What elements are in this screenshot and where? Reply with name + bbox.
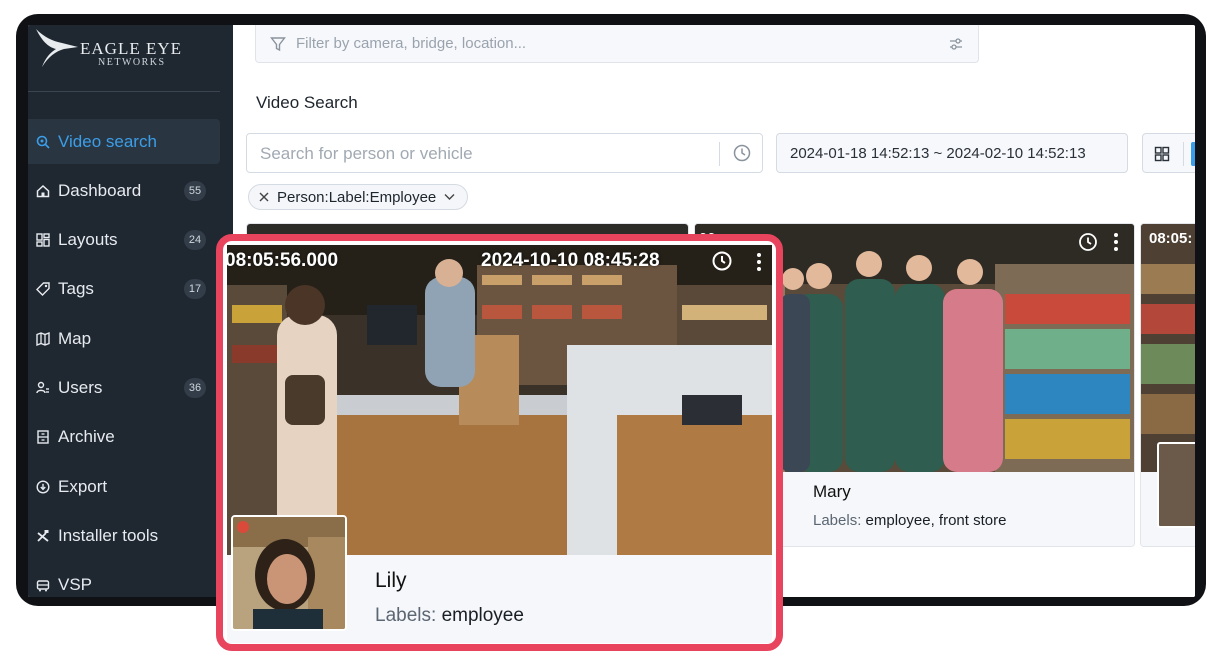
sidebar-item-label: Archive xyxy=(58,427,115,447)
sidebar-item-label: Layouts xyxy=(58,230,118,250)
filter-placeholder: Filter by camera, bridge, location... xyxy=(296,35,527,52)
sidebar-item-label: Tags xyxy=(58,279,94,299)
search-input[interactable]: Search for person or vehicle xyxy=(246,133,763,173)
filter-icon xyxy=(270,37,286,52)
view-divider xyxy=(1183,142,1184,166)
close-icon[interactable] xyxy=(259,192,269,202)
search-placeholder: Search for person or vehicle xyxy=(260,144,473,163)
store-scene-image xyxy=(1141,224,1195,472)
more-options-icon[interactable] xyxy=(756,252,762,272)
sidebar-item-vsp[interactable]: VSP xyxy=(28,563,220,597)
more-options-icon[interactable] xyxy=(1113,232,1119,252)
grid-view-button[interactable] xyxy=(1142,133,1195,173)
map-icon xyxy=(28,331,58,346)
capture-datetime: 2024-10-10 08:45:28 xyxy=(481,250,660,271)
face-image xyxy=(233,517,345,629)
timestamp: 08:05: xyxy=(1149,230,1193,247)
sidebar-item-label: Installer tools xyxy=(58,525,159,545)
sidebar-item-video-search[interactable]: Video search xyxy=(28,119,220,164)
result-thumbnail: 08:05:56.000 2024-10-10 08:45:28 xyxy=(227,245,772,555)
chip-label: Person:Label:Employee xyxy=(277,188,437,206)
clock-icon[interactable] xyxy=(711,250,733,272)
sliders-icon[interactable] xyxy=(948,36,964,52)
sidebar-item-layouts[interactable]: Layouts 24 xyxy=(28,218,220,263)
sidebar-nav: Video search Dashboard 55 Layouts 24 Tag… xyxy=(28,119,220,597)
person-thumbnail xyxy=(1157,442,1195,528)
result-thumbnail: 08:05: xyxy=(1141,224,1195,472)
layouts-icon xyxy=(28,233,58,247)
vsp-icon xyxy=(28,578,58,592)
person-labels: Labels: employee xyxy=(375,605,524,627)
brand-name: EAGLE EYE xyxy=(80,39,183,58)
person-thumbnail xyxy=(231,515,347,631)
clock-icon[interactable] xyxy=(732,143,752,163)
tag-icon xyxy=(28,282,58,297)
labels-key: Labels: xyxy=(375,605,437,626)
labels-key: Labels: xyxy=(813,512,862,529)
chevron-down-icon[interactable] xyxy=(444,193,455,201)
home-icon xyxy=(28,184,58,198)
users-icon xyxy=(28,381,58,395)
sidebar-item-label: Users xyxy=(58,377,103,397)
sidebar: EAGLE EYE NETWORKS Video search Dashboar… xyxy=(28,25,233,597)
sidebar-item-installer-tools[interactable]: Installer tools xyxy=(28,513,220,558)
sidebar-divider xyxy=(28,91,220,92)
archive-icon xyxy=(28,430,58,444)
sidebar-item-map[interactable]: Map xyxy=(28,316,220,361)
date-range-text: 2024-01-18 14:52:13 ~ 2024-02-10 14:52:1… xyxy=(790,145,1086,162)
count-badge: 24 xyxy=(184,230,206,251)
search-icon xyxy=(28,135,58,149)
grid-icon xyxy=(1154,146,1170,162)
sidebar-item-archive[interactable]: Archive xyxy=(28,415,220,460)
labels-value: employee, front store xyxy=(865,512,1007,529)
brand-sub: NETWORKS xyxy=(98,57,166,68)
sidebar-item-dashboard[interactable]: Dashboard 55 xyxy=(28,168,220,213)
person-name: Mary xyxy=(813,482,851,501)
sidebar-item-label: Video search xyxy=(58,131,157,151)
list-view-button[interactable] xyxy=(1191,142,1195,166)
result-card[interactable]: 08:05: xyxy=(1140,223,1195,547)
highlighted-result-card[interactable]: 08:05:56.000 2024-10-10 08:45:28 Lily La… xyxy=(216,234,783,651)
sidebar-item-label: Export xyxy=(58,476,108,496)
sidebar-item-export[interactable]: Export xyxy=(28,464,220,509)
page-title: Video Search xyxy=(256,93,358,112)
export-icon xyxy=(28,480,58,494)
sidebar-item-label: Map xyxy=(58,328,92,348)
count-badge: 36 xyxy=(184,377,206,398)
count-badge: 17 xyxy=(184,279,206,300)
sidebar-item-users[interactable]: Users 36 xyxy=(28,365,220,410)
result-info xyxy=(1141,442,1195,546)
eagle-icon xyxy=(36,29,78,67)
timestamp: 08:05:56.000 xyxy=(227,250,339,271)
checkout-scene-image xyxy=(227,245,772,555)
sidebar-item-tags[interactable]: Tags 17 xyxy=(28,267,220,312)
filter-chip[interactable]: Person:Label:Employee xyxy=(248,184,469,210)
search-divider xyxy=(719,142,720,166)
brand-logo[interactable]: EAGLE EYE NETWORKS xyxy=(34,27,224,87)
tools-icon xyxy=(28,529,58,543)
sidebar-item-label: Dashboard xyxy=(58,180,142,200)
filter-input[interactable]: Filter by camera, bridge, location... xyxy=(255,25,979,63)
date-range-picker[interactable]: 2024-01-18 14:52:13 ~ 2024-02-10 14:52:1… xyxy=(776,133,1128,173)
count-badge: 55 xyxy=(184,180,206,201)
person-labels: Labels: employee, front store xyxy=(813,512,1006,529)
labels-value: employee xyxy=(441,605,524,626)
person-name: Lily xyxy=(375,569,407,592)
clock-icon[interactable] xyxy=(1078,232,1098,252)
sidebar-item-label: VSP xyxy=(58,575,93,595)
